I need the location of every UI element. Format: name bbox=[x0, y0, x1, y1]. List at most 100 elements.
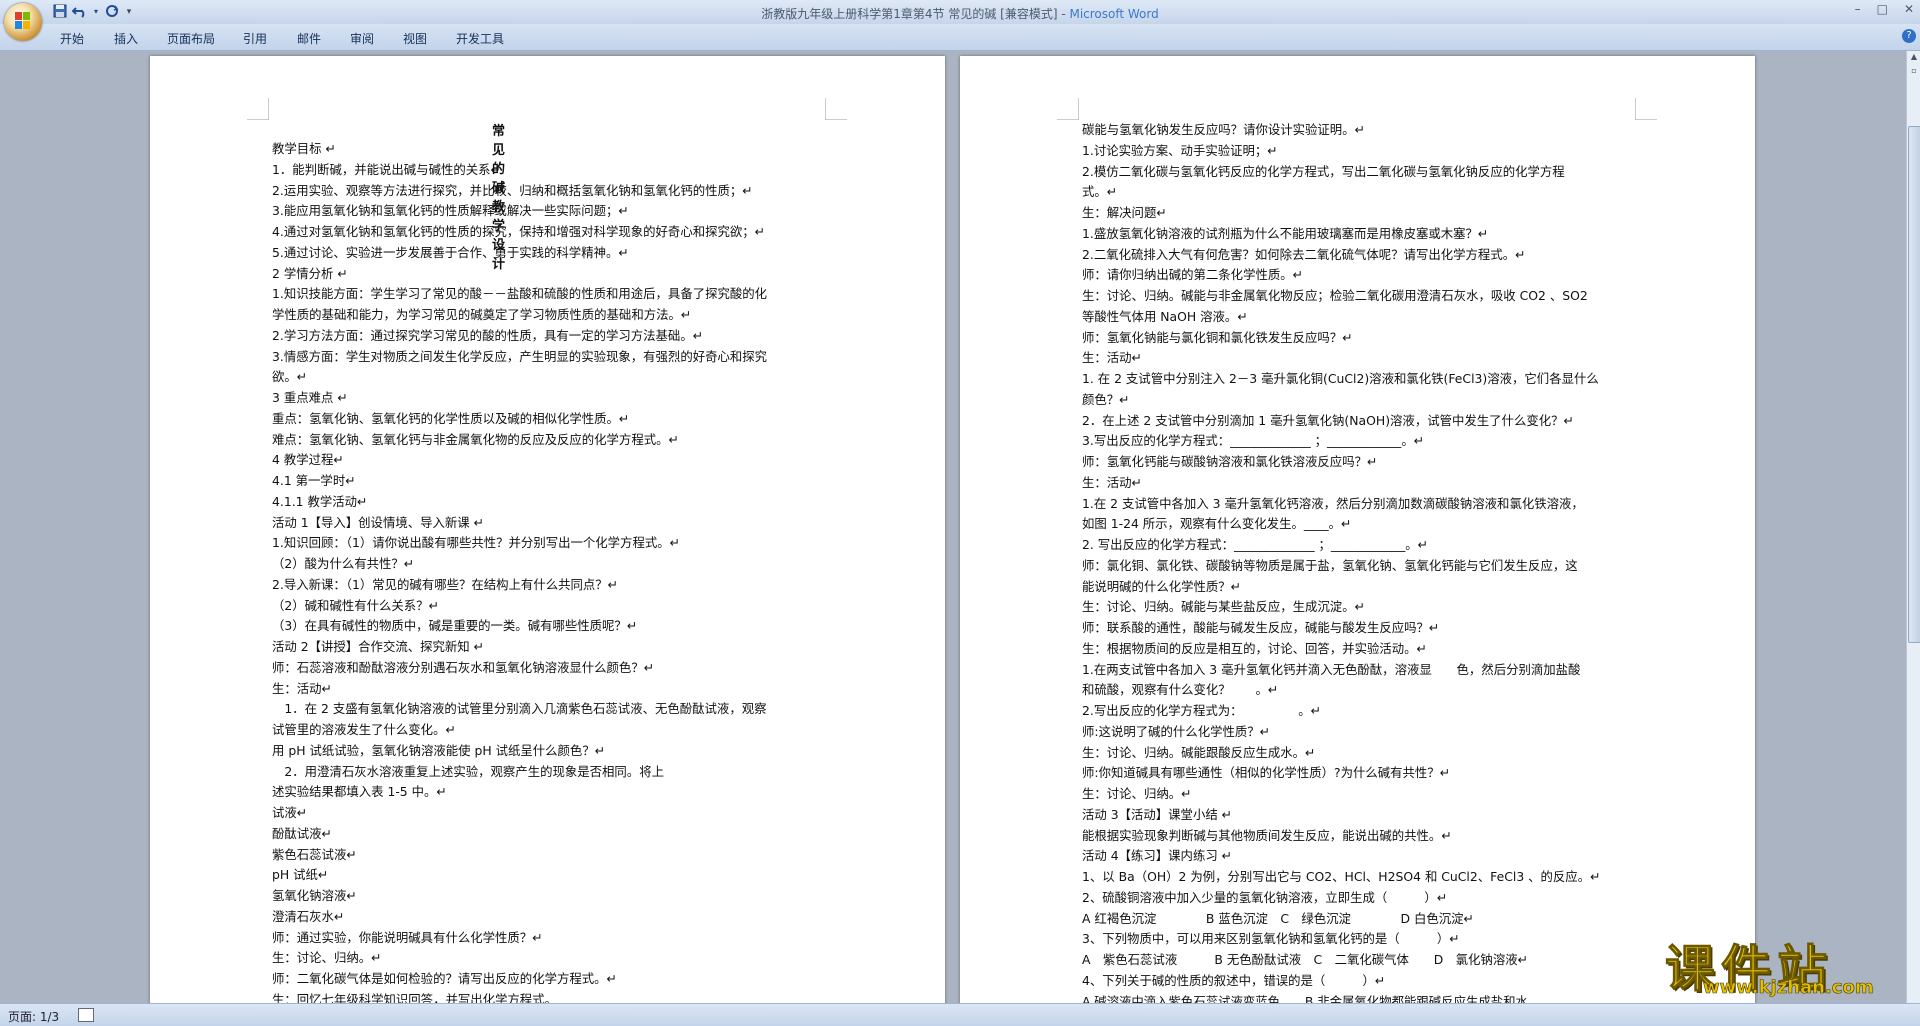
document-line: 教学目标 ↵ bbox=[272, 141, 336, 156]
document-line: 2 学情分析 ↵ bbox=[272, 265, 348, 281]
office-logo-icon bbox=[15, 12, 31, 30]
scrollbar-thumb[interactable] bbox=[1908, 126, 1920, 643]
document-line: 3.情感方面：学生对物质之间发生化学反应，产生明显的实验现象，有强烈的好奇心和探… bbox=[272, 348, 768, 364]
proofing-icon[interactable] bbox=[78, 1008, 94, 1022]
document-line: 2.导入新课：（1）常见的碱有哪些？在结构上有什么共同点？↵ bbox=[272, 576, 619, 592]
document-line: 3.写出反应的化学方程式：_____________ ；____________… bbox=[1082, 433, 1425, 449]
document-line: 如图 1-24 所示，观察有什么变化发生。____。↵ bbox=[1082, 516, 1352, 532]
document-line: 能说明碱的什么化学性质？↵ bbox=[1082, 578, 1242, 594]
document-line: 生：讨论、归纳。↵ bbox=[272, 950, 382, 966]
document-line: 2．用澄清石灰水溶液重复上述实验，观察产生的现象是否相同。将上 bbox=[272, 763, 664, 779]
status-bar: 页面: 1/3 bbox=[0, 1003, 1920, 1026]
document-line: 学性质的基础和能力，为学习常见的碱奠定了学习物质性质的基础和方法。↵ bbox=[272, 307, 692, 322]
document-line: 师：请你归纳出碱的第二条化学性质。↵ bbox=[1082, 267, 1304, 283]
document-line: A 紫色石蕊试液 B 无色酚酞试液 C 二氧化碳气体 D 氯化钠溶液↵ bbox=[1082, 952, 1528, 967]
document-line: 4.1.1 教学活动↵ bbox=[272, 493, 368, 509]
scroll-up-icon[interactable]: ▲ bbox=[1908, 51, 1920, 63]
document-line: 师：石蕊溶液和酚酞溶液分别遇石灰水和氢氧化钠溶液显什么颜色？↵ bbox=[272, 659, 655, 675]
document-line: 活动 3【活动】课堂小结 ↵ bbox=[1082, 806, 1233, 822]
document-line: pH 试纸↵ bbox=[272, 867, 329, 883]
close-button[interactable]: ✕ bbox=[1904, 2, 1914, 16]
document-line: 试液↵ bbox=[272, 805, 308, 820]
document-line: 氢氧化钠溶液↵ bbox=[272, 888, 357, 903]
document-line: 酚酞试液↵ bbox=[272, 825, 332, 841]
app-name: Microsoft Word bbox=[1069, 7, 1159, 21]
document-page-1[interactable]: 常见的碱教学设计 教学目标 ↵ 1．能判断碱，并能说出碱与碱性的关系↵ 2.运用实验… bbox=[150, 56, 945, 1003]
document-line: 2. 写出反应的化学方程式：_____________ ；___________… bbox=[1082, 537, 1429, 552]
document-line: 师：氢氧化钙能与碳酸钠溶液和氯化铁溶液反应吗？↵ bbox=[1082, 454, 1378, 469]
document-line: 活动 1【导入】创设情境、导入新课 ↵ bbox=[272, 514, 485, 530]
document-line: 能根据实验现象判断碱与其他物质间发生反应，能说出碱的共性。↵ bbox=[1082, 827, 1452, 843]
document-line: 4 教学过程↵ bbox=[272, 452, 344, 468]
document-line: 2.写出反应的化学方程式为： 。↵ bbox=[1082, 703, 1322, 718]
document-line: 碳能与氢氧化钠发生反应吗？请你设计实验证明。↵ bbox=[1082, 122, 1365, 137]
document-line: 述实验结果都填入表 1-5 中。↵ bbox=[272, 784, 447, 800]
crop-mark-icon bbox=[1635, 98, 1657, 120]
document-line: 生：活动↵ bbox=[1082, 350, 1142, 366]
document-line: 1.在 2 支试管中各加入 3 毫升氢氧化钙溶液，然后分别滴加数滴碳酸钠溶液和氯… bbox=[1082, 495, 1584, 511]
document-line: 2.模仿二氧化碳与氢氧化钙反应的化学方程式，写出二氧化碳与氢氧化钠反应的化学方程 bbox=[1082, 163, 1565, 179]
document-line: 2.运用实验、观察等方法进行探究，并比较、归纳和概括氢氧化钠和氢氧化钙的性质；↵ bbox=[272, 182, 753, 198]
document-line: 颜色？↵ bbox=[1082, 391, 1130, 407]
document-line: 生：活动↵ bbox=[1082, 474, 1142, 490]
tab-page-layout[interactable]: 页面布局 bbox=[167, 30, 215, 47]
document-line: 试管里的溶液发生了什么变化。↵ bbox=[272, 722, 456, 737]
document-line: 师：氢氧化钠能与氯化铜和氯化铁发生反应吗？↵ bbox=[1082, 329, 1353, 345]
document-line: 3.能应用氢氧化钠和氢氧化钙的性质解释或解决一些实际问题；↵ bbox=[272, 203, 629, 219]
ruler-toggle-icon[interactable]: ▫ bbox=[1908, 65, 1920, 77]
document-line: 师：联系酸的通性，酸能与碱发生反应，碱能与酸发生反应吗？↵ bbox=[1082, 620, 1440, 635]
document-line: 2、硫酸铜溶液中加入少量的氢氧化钠溶液，立即生成（ ）↵ bbox=[1082, 889, 1448, 905]
document-workspace[interactable]: 常见的碱教学设计 教学目标 ↵ 1．能判断碱，并能说出碱与碱性的关系↵ 2.运用实验… bbox=[0, 51, 1906, 1003]
tab-review[interactable]: 审阅 bbox=[350, 30, 374, 47]
maximize-button[interactable]: □ bbox=[1877, 2, 1888, 16]
tab-developer[interactable]: 开发工具 bbox=[456, 30, 504, 47]
document-line: 1．在 2 支盛有氢氧化钠溶液的试管里分别滴入几滴紫色石蕊试液、无色酚酞试液，观… bbox=[272, 701, 767, 717]
crop-mark-icon bbox=[247, 98, 269, 120]
document-line: 等酸性气体用 NaOH 溶液。↵ bbox=[1082, 308, 1248, 324]
document-line: 1．能判断碱，并能说出碱与碱性的关系↵ bbox=[272, 161, 501, 177]
document-line: 难点：氢氧化钠、氢氧化钙与非金属氧化物的反应及反应的化学方程式。↵ bbox=[272, 431, 679, 447]
watermark-url: www.kjzhan.com bbox=[1703, 977, 1874, 999]
document-line: 师：通过实验，你能说明碱具有什么化学性质？↵ bbox=[272, 929, 543, 945]
document-line: 4、下列关于碱的性质的叙述中，错误的是（ ）↵ bbox=[1082, 972, 1386, 988]
tab-view[interactable]: 视图 bbox=[403, 30, 427, 47]
watermark-logo: 课件站 www.kjzhan.com bbox=[1665, 929, 1905, 999]
minimize-button[interactable]: – bbox=[1855, 2, 1861, 16]
document-line: 紫色石蕊试液↵ bbox=[272, 846, 357, 862]
document-line: 1、以 Ba（OH）2 为例，分别写出它与 CO2、HCl、H2SO4 和 Cu… bbox=[1082, 869, 1601, 884]
crop-mark-icon bbox=[825, 98, 847, 120]
document-line: 1.在两支试管中各加入 3 毫升氢氧化钙并滴入无色酚酞，溶液显 色，然后分别滴加… bbox=[1082, 661, 1581, 677]
document-line: 3、下列物质中，可以用来区别氢氧化钠和氢氧化钙的是（ ）↵ bbox=[1082, 931, 1460, 947]
vertical-scrollbar[interactable]: ▲ ▫ bbox=[1906, 51, 1920, 1003]
document-line: 1.知识回顾：（1）请你说出酸有哪些共性？并分别写出一个化学方程式。↵ bbox=[272, 535, 680, 551]
help-icon[interactable]: ? bbox=[1902, 29, 1916, 43]
document-line: 澄清石灰水↵ bbox=[272, 908, 345, 924]
document-line: 1.讨论实验方案、动手实验证明；↵ bbox=[1082, 142, 1278, 158]
document-line: 4.1 第一学时↵ bbox=[272, 473, 356, 488]
document-line: 2．在上述 2 支试管中分别滴加 1 毫升氢氧化钠(NaOH)溶液，试管中发生了… bbox=[1082, 412, 1574, 428]
window-controls: – □ ✕ bbox=[1855, 2, 1914, 16]
document-line: 1.盛放氢氧化钠溶液的试剂瓶为什么不能用玻璃塞而是用橡皮塞或木塞？↵ bbox=[1082, 225, 1489, 241]
tab-references[interactable]: 引用 bbox=[243, 30, 267, 47]
document-line: 生：解决问题↵ bbox=[1082, 205, 1167, 220]
document-line: 1. 在 2 支试管中分别注入 2－3 毫升氯化铜(CuCl2)溶液和氯化铁(F… bbox=[1082, 371, 1599, 386]
document-page-2[interactable]: 碳能与氢氧化钠发生反应吗？请你设计实验证明。↵ 1.讨论实验方案、动手实验证明；↵… bbox=[960, 56, 1755, 1003]
tab-mailings[interactable]: 邮件 bbox=[297, 30, 321, 47]
document-line: A.碱溶液中滴入紫色石蕊试液变蓝色 B.非金属氧化物都能跟碱反应生成盐和水 bbox=[1082, 993, 1528, 1004]
crop-mark-icon bbox=[1057, 98, 1079, 120]
document-line: 师：二氧化碳气体是如何检验的？请写出反应的化学方程式。↵ bbox=[272, 971, 617, 986]
document-line: 用 pH 试纸试验，氢氧化钠溶液能使 pH 试纸呈什么颜色？↵ bbox=[272, 742, 606, 758]
document-line: 生：讨论、归纳。碱能与非金属氧化物反应；检验二氧化碳用澄清石灰水，吸收 CO2 … bbox=[1082, 288, 1588, 303]
title-bar: ▾ ▾ 浙教版九年级上册科学第1章第4节 常见的碱 [兼容模式] - Micro… bbox=[0, 0, 1920, 24]
tab-insert[interactable]: 插入 bbox=[114, 30, 138, 47]
document-line: 生：讨论、归纳。碱能跟酸反应生成水。↵ bbox=[1082, 744, 1316, 760]
document-line: 3 重点难点 ↵ bbox=[272, 390, 348, 405]
document-line: 和硫酸，观察有什么变化？ 。↵ bbox=[1082, 682, 1279, 698]
document-line: （2）酸为什么有共性？↵ bbox=[272, 556, 415, 571]
tab-home[interactable]: 开始 bbox=[60, 30, 84, 47]
document-line: 欲。↵ bbox=[272, 369, 308, 385]
document-line: 5.通过讨论、实验进一步发展善于合作、勇于实践的科学精神。↵ bbox=[272, 244, 629, 260]
page-count[interactable]: 页面: 1/3 bbox=[8, 1008, 59, 1025]
office-button[interactable] bbox=[4, 3, 42, 41]
document-line: （3）在具有碱性的物质中，碱是重要的一类。碱有哪些性质呢？↵ bbox=[272, 618, 638, 634]
